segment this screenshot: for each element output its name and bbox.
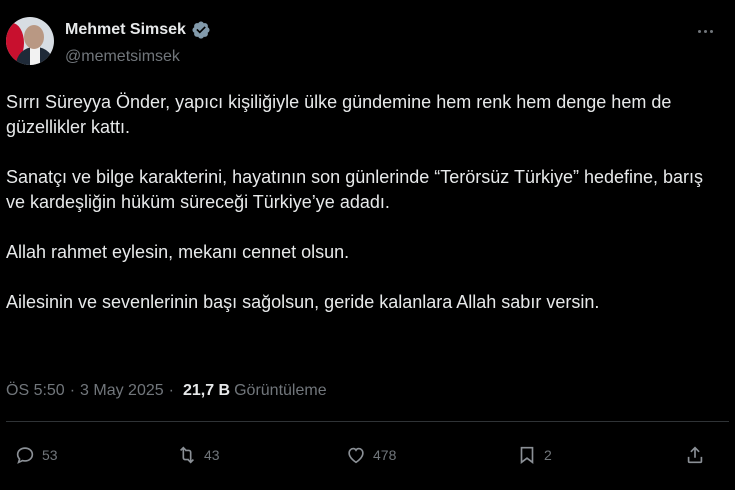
verified-badge-icon[interactable] [191, 20, 211, 40]
bookmark-icon [520, 446, 534, 464]
bookmark-count: 2 [544, 447, 552, 463]
action-bar: 53 43 478 2 [0, 440, 735, 476]
display-name[interactable]: Mehmet Simsek [65, 21, 186, 39]
reply-button[interactable]: 53 [14, 444, 58, 466]
tweet-paragraph: Sırrı Süreyya Önder, yapıcı kişiliğiyle … [6, 92, 672, 137]
more-options-icon[interactable] [688, 20, 722, 42]
user-handle[interactable]: @memetsimsek [65, 48, 180, 66]
reply-icon [16, 447, 34, 464]
like-button[interactable]: 478 [345, 444, 396, 466]
divider [6, 421, 729, 422]
bookmark-button[interactable]: 2 [516, 444, 552, 466]
repost-button[interactable]: 43 [176, 444, 220, 466]
tweet-header: Mehmet Simsek @memetsimsek [0, 0, 735, 80]
views-count[interactable]: 21,7 B [183, 382, 230, 400]
share-button[interactable] [684, 444, 706, 466]
tweet-text: Sırrı Süreyya Önder, yapıcı kişiliğiyle … [6, 90, 716, 340]
tweet-meta: ÖS 5:50 · 3 May 2025 · 21,7 B Görüntülem… [6, 382, 327, 400]
tweet-time[interactable]: ÖS 5:50 [6, 382, 65, 400]
reply-count: 53 [42, 447, 58, 463]
tweet-date[interactable]: 3 May 2025 [80, 382, 164, 400]
share-icon [687, 446, 703, 464]
name-row: Mehmet Simsek [65, 20, 211, 40]
views-label: Görüntüleme [234, 382, 327, 399]
separator-dot: · [69, 382, 76, 399]
heart-icon [348, 447, 364, 464]
tweet-paragraph: Allah rahmet eylesin, mekanı cennet olsu… [6, 242, 350, 262]
avatar[interactable] [6, 17, 54, 65]
repost-count: 43 [204, 447, 220, 463]
tweet-paragraph: Sanatçı ve bilge karakterini, hayatının … [6, 167, 704, 212]
tweet-paragraph: Ailesinin ve sevenlerinin başı sağolsun,… [6, 292, 600, 312]
separator-dot: · [168, 382, 174, 399]
like-count: 478 [373, 447, 397, 463]
repost-icon [179, 446, 195, 464]
